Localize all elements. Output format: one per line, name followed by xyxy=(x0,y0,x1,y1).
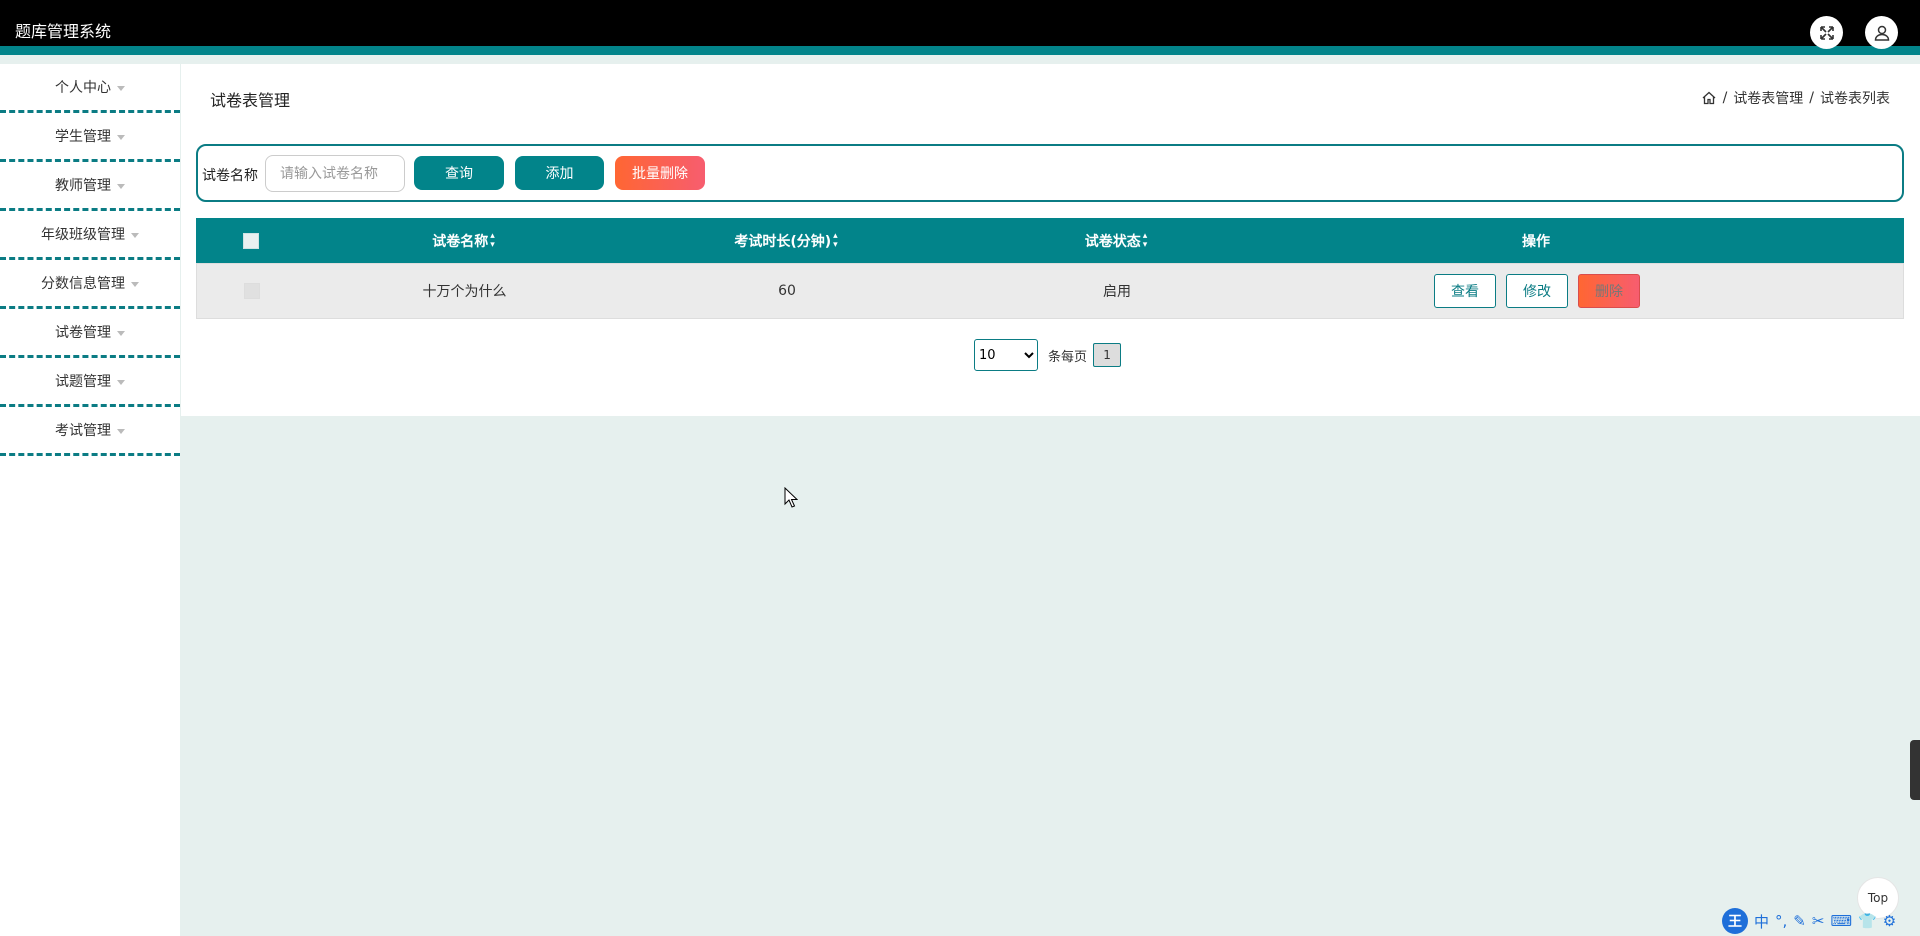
batch-delete-button[interactable]: 批量删除 xyxy=(615,156,705,190)
page-number-button[interactable]: 1 xyxy=(1093,343,1122,367)
user-icon xyxy=(1874,25,1889,41)
caret-down-icon xyxy=(131,232,139,238)
mouse-cursor-icon xyxy=(784,487,798,508)
per-page-label: 条每页 xyxy=(1048,349,1088,365)
shirt-icon[interactable]: 👕 xyxy=(1858,912,1877,930)
sidebar-item-label: 个人中心 xyxy=(55,80,111,96)
app-title: 题库管理系统 xyxy=(15,22,112,41)
home-icon[interactable] xyxy=(1701,90,1717,106)
add-button[interactable]: 添加 xyxy=(515,156,604,190)
sidebar-item-label: 考试管理 xyxy=(55,423,111,439)
fullscreen-button[interactable] xyxy=(1810,16,1843,49)
column-header-paper-name[interactable]: 试卷名称 ▴ ▾ xyxy=(326,218,601,263)
side-drawer-handle[interactable] xyxy=(1910,740,1920,800)
caret-down-icon xyxy=(117,183,125,189)
table-row: 十万个为什么 60 启用 查看 修改 删除 xyxy=(196,263,1904,319)
sidebar: 个人中心 学生管理 教师管理 年级班级管理 分数信息管理 试卷管理 试题管理 考… xyxy=(0,64,180,936)
sidebar-item-label: 分数信息管理 xyxy=(41,276,125,292)
edit-button[interactable]: 修改 xyxy=(1506,274,1568,308)
breadcrumb-level2: 试卷表列表 xyxy=(1820,91,1890,107)
table-header: 试卷名称 ▴ ▾ 考试时长(分钟) ▴ ▾ 试卷状态 ▴ ▾ 操作 xyxy=(196,218,1904,263)
caret-down-icon xyxy=(117,85,125,91)
delete-button[interactable]: 删除 xyxy=(1578,274,1640,308)
ime-logo-icon[interactable]: 王 xyxy=(1722,908,1748,934)
sort-icon: ▴ ▾ xyxy=(490,230,495,250)
ime-toolbar: 王 中 °, ✎ ✂ ⌨ 👕 ⚙ xyxy=(1722,908,1917,934)
caret-down-icon xyxy=(117,330,125,336)
column-header-status[interactable]: 试卷状态 ▴ ▾ xyxy=(976,218,1256,263)
caret-down-icon xyxy=(117,134,125,140)
cell-duration: 60 xyxy=(778,283,796,299)
sidebar-item-students[interactable]: 学生管理 xyxy=(0,113,180,162)
sidebar-item-label: 学生管理 xyxy=(55,129,111,145)
column-header-actions: 操作 xyxy=(1266,218,1806,263)
papers-table: 试卷名称 ▴ ▾ 考试时长(分钟) ▴ ▾ 试卷状态 ▴ ▾ 操作 十万个为什么 60 启用… xyxy=(196,218,1904,319)
page-size-select[interactable]: 10 xyxy=(974,339,1038,371)
main-panel: 试卷表管理 / 试卷表管理 / 试卷表列表 试卷名称 查询 添加 批量删除 试卷… xyxy=(181,64,1920,416)
column-header-label: 试卷名称 xyxy=(432,233,489,250)
sidebar-item-label: 试题管理 xyxy=(55,374,111,390)
cell-status: 启用 xyxy=(1103,284,1131,300)
paper-name-label: 试卷名称 xyxy=(202,168,258,184)
sidebar-item-label: 教师管理 xyxy=(55,178,111,194)
caret-down-icon xyxy=(131,281,139,287)
query-button[interactable]: 查询 xyxy=(414,156,504,190)
column-header-label: 试卷状态 xyxy=(1084,233,1141,250)
sidebar-item-label: 年级班级管理 xyxy=(41,227,125,243)
page-title: 试卷表管理 xyxy=(210,91,291,110)
caret-down-icon xyxy=(117,428,125,434)
column-header-duration[interactable]: 考试时长(分钟) ▴ ▾ xyxy=(621,218,951,263)
paper-name-search-input[interactable] xyxy=(265,155,405,192)
breadcrumb-separator: / xyxy=(1809,90,1814,106)
breadcrumb-level1[interactable]: 试卷表管理 xyxy=(1733,88,1803,108)
sidebar-item-scores[interactable]: 分数信息管理 xyxy=(0,260,180,309)
caret-down-icon xyxy=(117,379,125,385)
expand-arrows-icon xyxy=(1819,25,1834,40)
breadcrumb: / 试卷表管理 / 试卷表列表 xyxy=(1701,88,1890,108)
sidebar-item-questions[interactable]: 试题管理 xyxy=(0,358,180,407)
sidebar-item-label: 试卷管理 xyxy=(55,325,111,341)
pen-icon[interactable]: ✎ xyxy=(1793,912,1806,930)
sidebar-item-teachers[interactable]: 教师管理 xyxy=(0,162,180,211)
view-button[interactable]: 查看 xyxy=(1434,274,1496,308)
row-checkbox[interactable] xyxy=(244,283,260,299)
select-all-checkbox[interactable] xyxy=(243,232,259,249)
sort-icon: ▴ ▾ xyxy=(1142,230,1148,250)
sidebar-item-grades-classes[interactable]: 年级班级管理 xyxy=(0,211,180,260)
top-header: 题库管理系统 xyxy=(0,0,1920,55)
user-button[interactable] xyxy=(1865,16,1898,49)
keyboard-icon[interactable]: ⌨ xyxy=(1830,912,1852,930)
search-form: 试卷名称 查询 添加 批量删除 xyxy=(196,144,1904,202)
cell-paper-name: 十万个为什么 xyxy=(422,284,507,300)
column-header-label: 操作 xyxy=(1522,233,1550,250)
pagination: 10 条每页 1 xyxy=(974,339,1122,371)
sidebar-item-papers[interactable]: 试卷管理 xyxy=(0,309,180,358)
gear-icon[interactable]: ⚙ xyxy=(1883,912,1896,930)
sidebar-item-exams[interactable]: 考试管理 xyxy=(0,407,180,456)
ime-mode-toggle[interactable]: 中 xyxy=(1754,911,1769,932)
sidebar-item-personal-center[interactable]: 个人中心 xyxy=(0,64,180,113)
breadcrumb-separator: / xyxy=(1722,90,1728,106)
scissors-icon[interactable]: ✂ xyxy=(1812,912,1825,930)
punctuation-icon[interactable]: °, xyxy=(1775,912,1787,930)
column-header-label: 考试时长(分钟) xyxy=(734,233,832,250)
cell-actions: 查看 修改 删除 xyxy=(1267,264,1807,318)
sort-icon: ▴ ▾ xyxy=(833,230,838,250)
